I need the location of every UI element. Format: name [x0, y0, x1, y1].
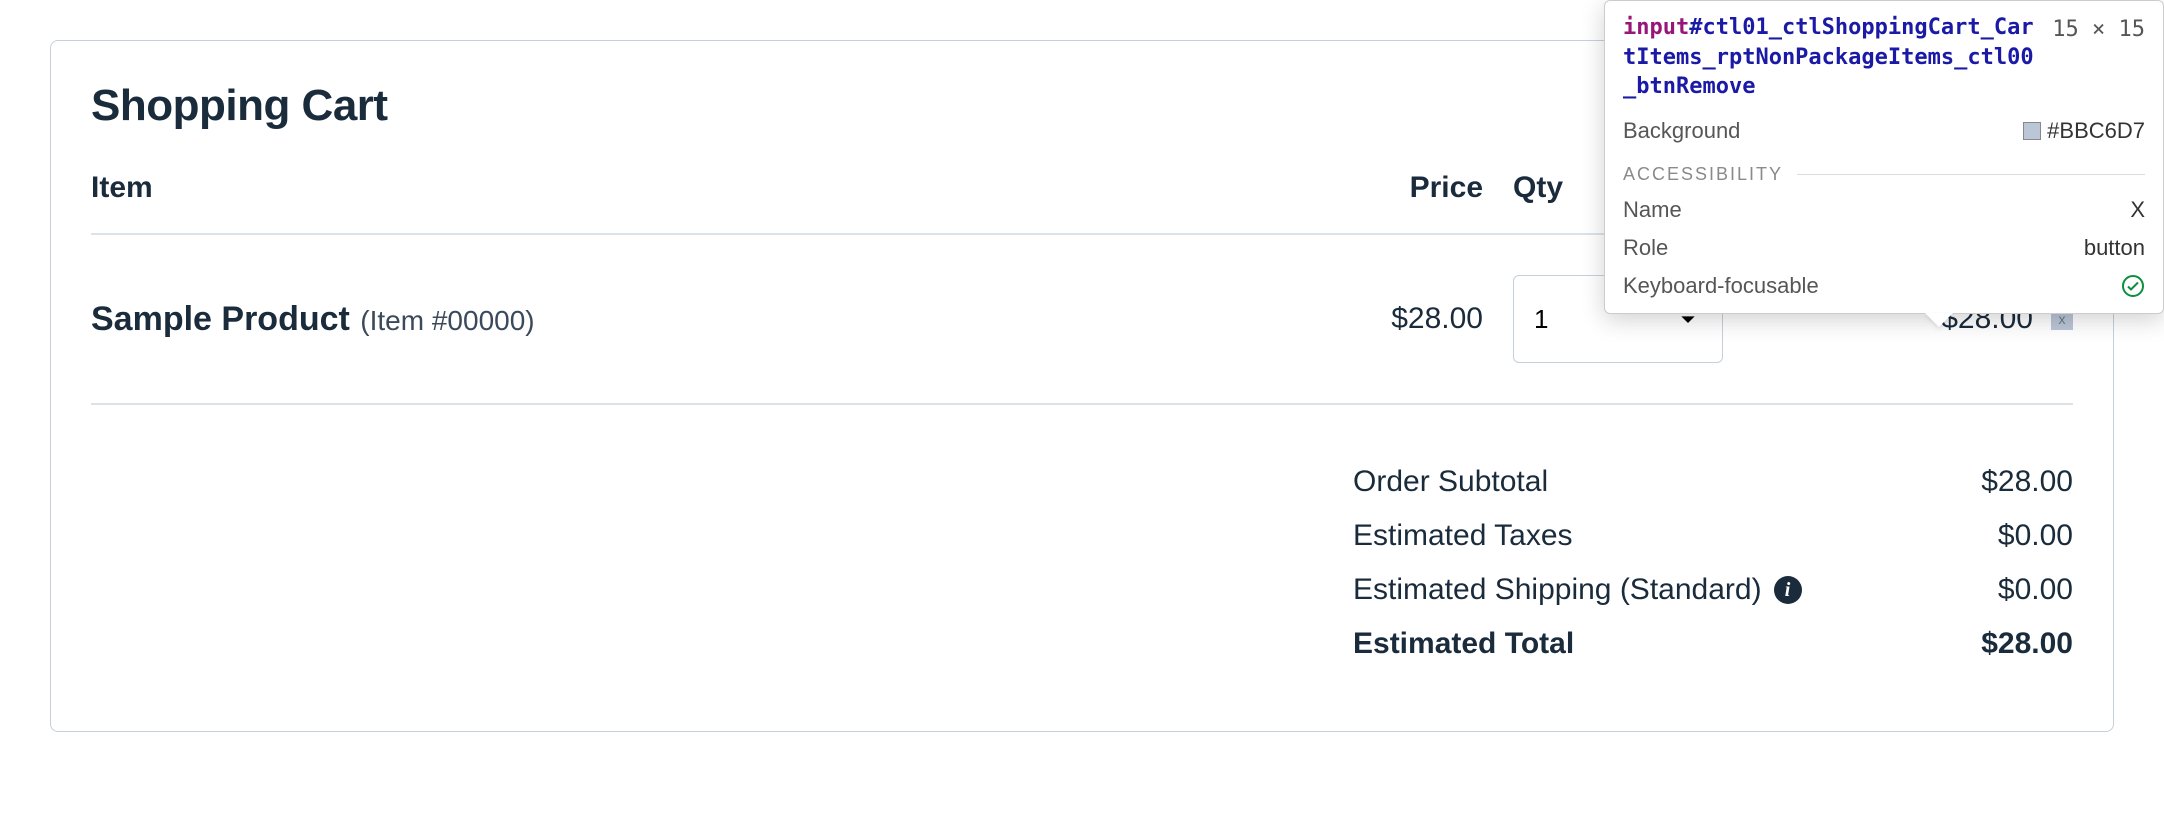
- summary-taxes-label: Estimated Taxes: [1353, 519, 1573, 553]
- summary-subtotal-value: $28.00: [1981, 465, 2073, 499]
- inspect-a11y-focus-label: Keyboard-focusable: [1623, 273, 1819, 299]
- summary-taxes-row: Estimated Taxes $0.00: [1353, 509, 2073, 563]
- inspect-a11y-role-label: Role: [1623, 235, 1668, 261]
- summary-shipping-value: $0.00: [1998, 573, 2073, 607]
- item-price: $28.00: [1313, 302, 1513, 336]
- inspect-selector: input#ctl01_ctlShoppingCart_CartItems_rp…: [1623, 13, 2036, 102]
- info-icon[interactable]: i: [1774, 576, 1802, 604]
- summary-total-label: Estimated Total: [1353, 627, 1574, 661]
- summary-taxes-value: $0.00: [1998, 519, 2073, 553]
- col-price-header: Price: [1313, 171, 1513, 205]
- inspect-accessibility-heading: ACCESSIBILITY: [1623, 164, 1783, 185]
- checkmark-icon: [2121, 274, 2145, 298]
- summary-total-row: Estimated Total $28.00: [1353, 617, 2073, 671]
- inspect-a11y-name-value: X: [2130, 197, 2145, 223]
- inspect-selector-tag: input: [1623, 15, 1689, 40]
- inspect-a11y-role-value: button: [2084, 235, 2145, 261]
- order-summary: Order Subtotal $28.00 Estimated Taxes $0…: [1353, 455, 2073, 671]
- item-number: (Item #00000): [360, 305, 534, 336]
- col-item-header: Item: [91, 171, 1313, 205]
- inspect-a11y-name-label: Name: [1623, 197, 1682, 223]
- devtools-inspect-tooltip: input#ctl01_ctlShoppingCart_CartItems_rp…: [1604, 0, 2164, 314]
- inspect-dimensions: 15 × 15: [2052, 13, 2145, 42]
- item-name: Sample Product: [91, 300, 350, 338]
- inspect-background-label: Background: [1623, 118, 1740, 144]
- summary-shipping-row: Estimated Shipping (Standard) i $0.00: [1353, 563, 2073, 617]
- summary-total-value: $28.00: [1981, 627, 2073, 661]
- summary-subtotal-label: Order Subtotal: [1353, 465, 1548, 499]
- color-swatch-icon: [2023, 122, 2041, 140]
- item-cell: Sample Product (Item #00000): [91, 300, 1313, 339]
- summary-shipping-label: Estimated Shipping (Standard): [1353, 573, 1762, 607]
- summary-subtotal-row: Order Subtotal $28.00: [1353, 455, 2073, 509]
- inspect-background-value: #BBC6D7: [2047, 118, 2145, 144]
